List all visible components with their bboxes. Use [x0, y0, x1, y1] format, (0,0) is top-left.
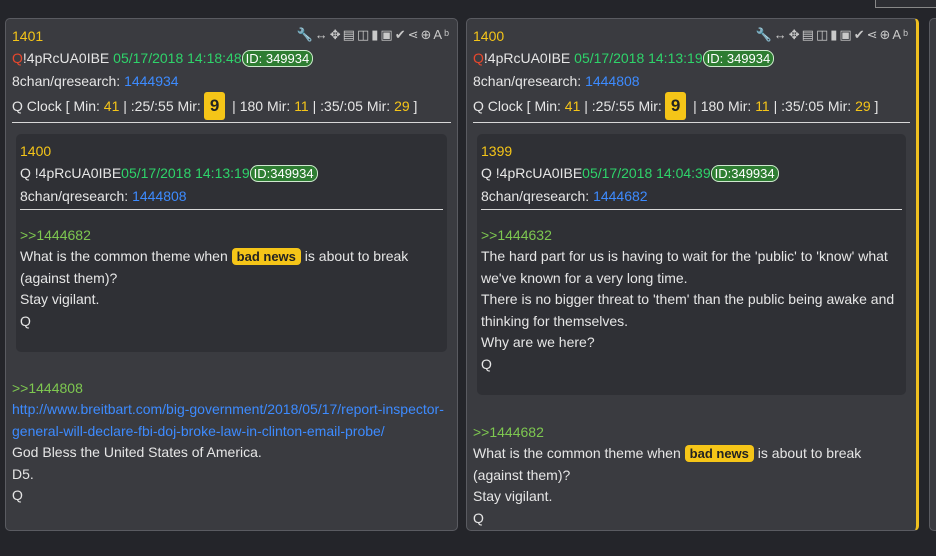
quote-id-badge: ID:349934 — [249, 165, 318, 182]
glasses-icon[interactable]: ◫ — [816, 27, 830, 42]
quote-board-label: 8chan/qresearch: — [481, 188, 590, 204]
bad-news-badge: bad news — [684, 445, 754, 462]
board-label: 8chan/qresearch: — [12, 73, 121, 89]
up-circle-icon[interactable]: ⊕ — [880, 27, 893, 42]
q-marker: Q — [12, 50, 23, 66]
post-card-1400: 🔧↔✥▤◫▮▣✔⋖⊕Aᵇ 1400 Q!4pRcUA0IBE 05/17/201… — [466, 18, 919, 531]
quoted-post: 1400 Q !4pRcUA0IBE05/17/2018 14:13:19 ID:… — [16, 134, 447, 352]
share-icon[interactable]: ⋖ — [408, 27, 421, 42]
reply-link[interactable]: >>1444632 — [481, 224, 902, 246]
quote-post-number: 1400 — [20, 143, 52, 159]
document-icon[interactable]: ▤ — [343, 27, 357, 42]
wrench-icon[interactable]: 🔧 — [297, 27, 315, 42]
board-post-link[interactable]: 1444808 — [585, 73, 640, 89]
tab-stub[interactable] — [875, 0, 936, 8]
check-icon[interactable]: ✔ — [854, 27, 867, 42]
q-clock: Q Clock [ Min: 41 | :25/:55 Mir: 9 | 180 … — [473, 92, 910, 120]
reply-link[interactable]: >>1444682 — [473, 421, 908, 443]
post-date: 05/17/2018 14:13:19 — [574, 50, 703, 66]
quote-date: 05/17/2018 14:13:19 — [121, 165, 250, 181]
spellcheck-icon[interactable]: Aᵇ — [892, 27, 910, 42]
q-marker: Q — [473, 50, 484, 66]
reply-link[interactable]: >>1444682 — [20, 224, 443, 246]
move-icon[interactable]: ✥ — [789, 27, 802, 42]
clipboard-check-icon[interactable]: ▣ — [839, 27, 853, 42]
quote-board-label: 8chan/qresearch: — [20, 188, 129, 204]
resize-horizontal-icon[interactable]: ↔ — [774, 27, 789, 42]
wrench-icon[interactable]: 🔧 — [756, 27, 774, 42]
share-icon[interactable]: ⋖ — [867, 27, 880, 42]
spellcheck-icon[interactable]: Aᵇ — [433, 27, 451, 42]
post-toolbar: 🔧↔✥▤◫▮▣✔⋖⊕Aᵇ — [756, 27, 910, 43]
post-date: 05/17/2018 14:18:48 — [113, 50, 242, 66]
quote-trip: Q !4pRcUA0IBE — [20, 165, 122, 181]
quote-trip: Q !4pRcUA0IBE — [481, 165, 583, 181]
post-card-1401: 🔧↔✥▤◫▮▣✔⋖⊕Aᵇ 1401 Q!4pRcUA0IBE 05/17/201… — [5, 18, 458, 531]
id-badge: ID: 349934 — [702, 50, 775, 67]
tripcode: !4pRcUA0IBE — [483, 50, 571, 66]
move-icon[interactable]: ✥ — [330, 27, 343, 42]
document-icon[interactable]: ▤ — [802, 27, 816, 42]
clock-hour-badge: 9 — [664, 92, 687, 120]
quote-date: 05/17/2018 14:04:39 — [582, 165, 711, 181]
article-link[interactable]: http://www.breitbart.com/big-government/… — [12, 399, 449, 442]
id-badge: ID: 349934 — [241, 50, 314, 67]
quoted-post: 1399 Q !4pRcUA0IBE05/17/2018 14:04:39 ID:… — [477, 134, 906, 395]
resize-horizontal-icon[interactable]: ↔ — [315, 27, 330, 42]
up-circle-icon[interactable]: ⊕ — [421, 27, 434, 42]
q-clock: Q Clock [ Min: 41 | :25/:55 Mir: 9 | 180 … — [12, 92, 451, 120]
clock-hour-badge: 9 — [203, 92, 226, 120]
glasses-icon[interactable]: ◫ — [357, 27, 371, 42]
reply-link[interactable]: >>1444808 — [12, 377, 449, 399]
board-label: 8chan/qresearch: — [473, 73, 582, 89]
board-post-link[interactable]: 1444934 — [124, 73, 179, 89]
quote-board-link[interactable]: 1444682 — [593, 188, 648, 204]
post-toolbar: 🔧↔✥▤◫▮▣✔⋖⊕Aᵇ — [297, 27, 451, 43]
clipboard-check-icon[interactable]: ▣ — [380, 27, 394, 42]
header-divider — [473, 122, 910, 123]
quote-board-link[interactable]: 1444808 — [132, 188, 187, 204]
check-icon[interactable]: ✔ — [395, 27, 408, 42]
bad-news-badge: bad news — [231, 248, 301, 265]
quote-id-badge: ID:349934 — [710, 165, 779, 182]
header-divider — [12, 122, 451, 123]
quote-post-number: 1399 — [481, 143, 513, 159]
tripcode: !4pRcUA0IBE — [22, 50, 110, 66]
post-card-clipped — [929, 18, 936, 531]
